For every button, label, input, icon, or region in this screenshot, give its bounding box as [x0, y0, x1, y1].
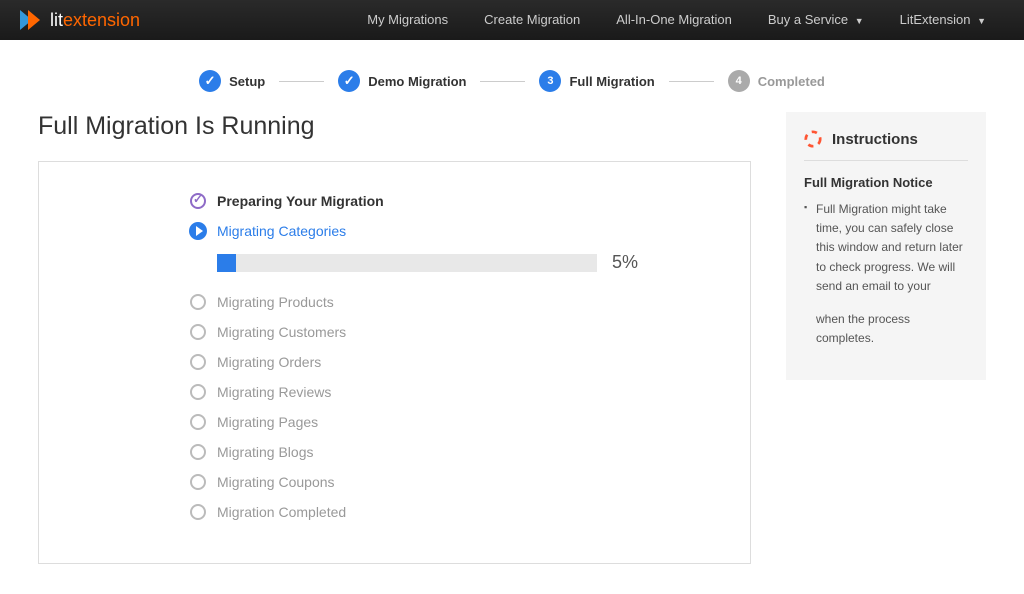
pending-icon [189, 383, 207, 401]
step-orders-label: Migrating Orders [217, 354, 321, 370]
instructions-sidebar: Instructions Full Migration Notice Full … [786, 112, 986, 380]
sidebar-subtitle: Full Migration Notice [804, 175, 968, 190]
checkmark-icon: ✓ [205, 73, 216, 89]
step-full-label: Full Migration [569, 74, 654, 89]
migration-step-orders: Migrating Orders [189, 353, 720, 371]
sidebar-title: Instructions [832, 131, 918, 148]
step-coupons-label: Migrating Coupons [217, 474, 335, 490]
step-categories-label: Migrating Categories [217, 223, 346, 239]
step-full-circle: 3 [539, 70, 561, 92]
pending-icon [189, 413, 207, 431]
step-customers-label: Migrating Customers [217, 324, 346, 340]
step-completed: 4 Completed [728, 70, 825, 92]
logo-text-lit: lit [50, 10, 63, 31]
step-reviews-label: Migrating Reviews [217, 384, 331, 400]
step-blogs-label: Migrating Blogs [217, 444, 314, 460]
sidebar-notice-list: Full Migration might take time, you can … [804, 200, 968, 348]
migration-step-completed: Migration Completed [189, 503, 720, 521]
pending-icon [189, 353, 207, 371]
running-icon [189, 222, 207, 240]
sidebar-notice-item: Full Migration might take time, you can … [816, 200, 968, 348]
nav-my-migrations[interactable]: My Migrations [349, 0, 466, 41]
step-connector [669, 81, 714, 82]
sidebar-notice-part1: Full Migration might take time, you can … [816, 200, 968, 296]
logo-icon [20, 10, 44, 30]
step-connector [279, 81, 324, 82]
step-preparing-label: Preparing Your Migration [217, 193, 384, 209]
migration-panel: Preparing Your Migration Migrating Categ… [38, 161, 751, 564]
top-navbar: litextension My Migrations Create Migrat… [0, 0, 1024, 40]
migration-step-preparing: Preparing Your Migration [189, 192, 720, 210]
logo-text-ext: extension [63, 10, 140, 31]
step-demo-circle: ✓ [338, 70, 360, 92]
migration-step-coupons: Migrating Coupons [189, 473, 720, 491]
step-connector [480, 81, 525, 82]
migration-step-reviews: Migrating Reviews [189, 383, 720, 401]
step-setup-circle: ✓ [199, 70, 221, 92]
main-container: Full Migration Is Running Preparing Your… [0, 112, 1024, 594]
step-products-label: Migrating Products [217, 294, 334, 310]
nav-all-in-one[interactable]: All-In-One Migration [598, 0, 750, 41]
pending-icon [189, 323, 207, 341]
lifesaver-icon [804, 130, 822, 148]
pending-icon [189, 293, 207, 311]
migration-step-products: Migrating Products [189, 293, 720, 311]
progress-percentage: 5% [612, 252, 638, 273]
step-pages-label: Migrating Pages [217, 414, 318, 430]
migration-step-pages: Migrating Pages [189, 413, 720, 431]
migration-step-categories: Migrating Categories [189, 222, 720, 240]
main-content: Full Migration Is Running Preparing Your… [38, 112, 751, 564]
step-completed-circle: 4 [728, 70, 750, 92]
progress-stepper: ✓ Setup ✓ Demo Migration 3 Full Migratio… [0, 40, 1024, 112]
step-completed-label: Migration Completed [217, 504, 346, 520]
progress-bar [217, 254, 597, 272]
step-setup-label: Setup [229, 74, 265, 89]
pending-icon [189, 443, 207, 461]
caret-down-icon: ▼ [977, 16, 986, 26]
migration-step-customers: Migrating Customers [189, 323, 720, 341]
progress-row: 5% [217, 252, 720, 273]
logo[interactable]: litextension [20, 10, 140, 31]
progress-fill [217, 254, 236, 272]
step-full-migration: 3 Full Migration [539, 70, 654, 92]
step-demo-label: Demo Migration [368, 74, 466, 89]
step-demo-migration: ✓ Demo Migration [338, 70, 466, 92]
page-title: Full Migration Is Running [38, 112, 751, 141]
step-setup: ✓ Setup [199, 70, 265, 92]
checkmark-icon: ✓ [344, 73, 355, 89]
sidebar-header: Instructions [804, 130, 968, 161]
nav-litextension[interactable]: LitExtension ▼ [882, 0, 1004, 41]
caret-down-icon: ▼ [855, 16, 864, 26]
step-completed-label: Completed [758, 74, 825, 89]
sidebar-notice-part2: when the process completes. [816, 310, 968, 348]
migration-step-blogs: Migrating Blogs [189, 443, 720, 461]
nav-items: My Migrations Create Migration All-In-On… [349, 0, 1004, 41]
done-icon [189, 192, 207, 210]
nav-buy-service[interactable]: Buy a Service ▼ [750, 0, 882, 41]
pending-icon [189, 473, 207, 491]
nav-create-migration[interactable]: Create Migration [466, 0, 598, 41]
pending-icon [189, 503, 207, 521]
